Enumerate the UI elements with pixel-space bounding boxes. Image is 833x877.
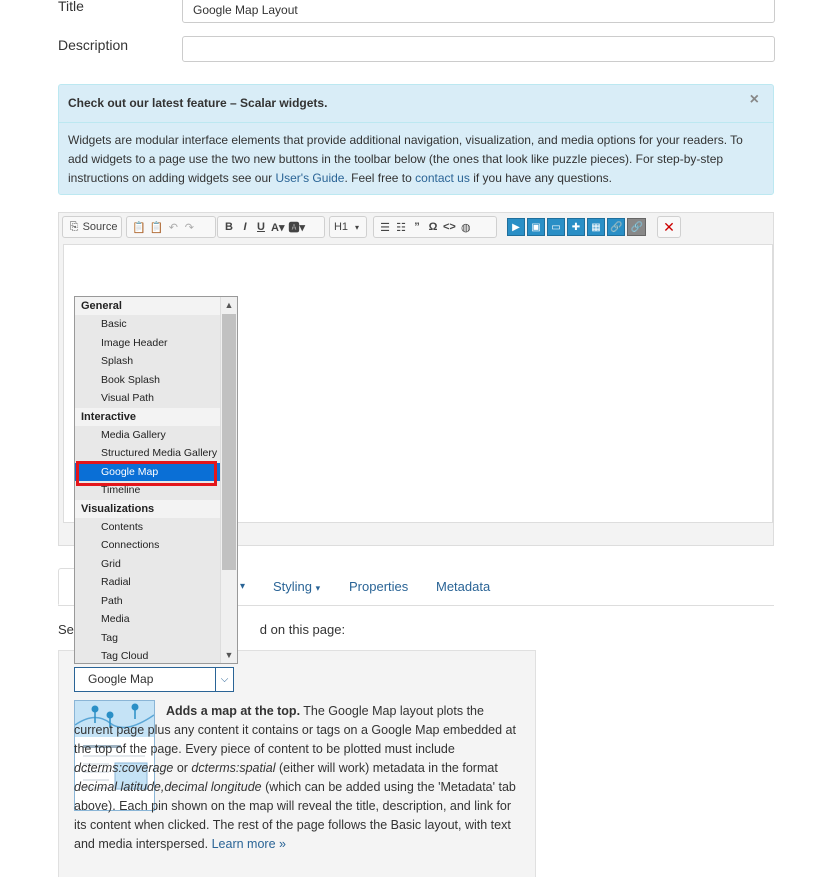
layout-description: Adds a map at the top. The Google Map la…	[74, 702, 522, 854]
widget-inline-icon[interactable]: ▦	[587, 218, 605, 236]
highlight-box	[76, 461, 217, 486]
close-icon[interactable]: ×	[750, 91, 759, 109]
dropdown-option[interactable]: Tag Cloud	[75, 647, 220, 663]
special-char-button[interactable]: Ω	[425, 218, 441, 236]
dropdown-option[interactable]: Contents	[75, 517, 220, 536]
media-inline-icon[interactable]: ▣	[527, 218, 545, 236]
contact-us-link[interactable]: contact us	[415, 171, 470, 185]
scrollbar-thumb[interactable]	[222, 314, 236, 570]
globe-icon[interactable]: ◍	[458, 218, 474, 236]
description-input[interactable]	[182, 36, 775, 62]
scroll-up-icon[interactable]: ▲	[221, 297, 237, 313]
paste-word-icon[interactable]: 📋	[148, 218, 166, 236]
learn-more-link[interactable]: Learn more »	[212, 837, 286, 851]
widgets-alert: Check out our latest feature – Scalar wi…	[58, 84, 774, 195]
underline-button[interactable]: U	[253, 218, 269, 236]
desc-coverage: dcterms:coverage	[74, 761, 174, 775]
dropdown-option[interactable]: Media	[75, 610, 220, 629]
layout-select[interactable]: Google Map ⌵	[74, 667, 234, 692]
redo-icon[interactable]: ↷	[181, 218, 197, 236]
desc-spatial: dcterms:spatial	[191, 761, 276, 775]
puzzle-icon[interactable]: ✚	[567, 218, 585, 236]
remove-format-button[interactable]: ✕	[661, 218, 677, 236]
bold-button[interactable]: B	[221, 218, 237, 236]
tab-dropdown-caret[interactable]: ▾	[240, 581, 245, 592]
editor-toolbar: ⎘ Source 📋 📋 ↶ ↷ B I U A▾ 🅰▾ H1 ▾ ☰ ☷ ” …	[59, 213, 773, 243]
tab-styling-label: Styling	[273, 579, 313, 594]
paste-text-icon[interactable]: 📋	[130, 218, 148, 236]
dropdown-option[interactable]: Radial	[75, 573, 220, 592]
dropdown-group-label: Visualizations	[75, 499, 220, 518]
dropdown-option[interactable]: Connections	[75, 536, 220, 555]
source-group: ⎘ Source	[62, 216, 122, 238]
dropdown-option[interactable]: Tag	[75, 628, 220, 647]
title-label: Title	[58, 0, 84, 14]
source-icon[interactable]: ⎘	[66, 218, 82, 236]
tab-properties[interactable]: Properties	[349, 579, 408, 594]
desc-heading: Adds a map at the top.	[166, 704, 301, 718]
tab-styling[interactable]: Styling ▾	[273, 579, 320, 594]
tab-metadata[interactable]: Metadata	[436, 579, 490, 594]
users-guide-link[interactable]: User's Guide	[275, 171, 344, 185]
remove-group: ✕	[657, 216, 681, 238]
chevron-down-icon[interactable]: ⌵	[215, 668, 233, 691]
desc-text-2: or	[173, 761, 192, 775]
dropdown-scrollbar[interactable]: ▲ ▼	[220, 297, 237, 663]
alert-text-3: if you have any questions.	[469, 171, 612, 185]
dropdown-option[interactable]: Image Header	[75, 333, 220, 352]
text-color-icon[interactable]: A▾	[269, 218, 286, 236]
chevron-down-icon[interactable]: ▾	[349, 218, 365, 236]
desc-format: decimal latitude,decimal longitude	[74, 780, 262, 794]
clipboard-group: 📋 📋 ↶ ↷	[126, 216, 216, 238]
numbered-list-icon[interactable]: ☰	[377, 218, 393, 236]
prompt-suffix: d on this page:	[259, 622, 346, 637]
dropdown-option[interactable]: Path	[75, 591, 220, 610]
dropdown-option[interactable]: Basic	[75, 315, 220, 334]
heading-select[interactable]: H1	[333, 218, 349, 236]
media-link-icon[interactable]: ▶	[507, 218, 525, 236]
title-input[interactable]: Google Map Layout	[182, 0, 775, 23]
alert-text-2: . Feel free to	[344, 171, 416, 185]
dropdown-option[interactable]: Visual Path	[75, 389, 220, 408]
dropdown-group-label: General	[75, 297, 220, 315]
undo-icon[interactable]: ↶	[165, 218, 181, 236]
dropdown-option[interactable]: Splash	[75, 352, 220, 371]
background-color-icon[interactable]: 🅰▾	[286, 218, 307, 236]
desc-text-3: (either will work) metadata in the forma…	[275, 761, 498, 775]
dropdown-group-label: Interactive	[75, 407, 220, 426]
alert-body: Widgets are modular interface elements t…	[68, 131, 765, 188]
dropdown-option[interactable]: Structured Media Gallery	[75, 444, 220, 463]
alert-heading: Check out our latest feature – Scalar wi…	[68, 96, 328, 110]
heading-group: H1 ▾	[329, 216, 367, 238]
description-label: Description	[58, 37, 129, 53]
alert-divider	[59, 122, 773, 123]
scalar-group: ▶ ▣ ▭ ✚ ▦ 🔗 🔗	[503, 216, 651, 238]
layout-select-value: Google Map	[88, 672, 154, 686]
format-group: B I U A▾ 🅰▾	[217, 216, 325, 238]
link-icon[interactable]: 🔗	[607, 218, 626, 236]
insert-group: ☰ ☷ ” Ω <> ◍	[373, 216, 497, 238]
bulleted-list-icon[interactable]: ☷	[393, 218, 409, 236]
italic-button[interactable]: I	[237, 218, 253, 236]
source-button[interactable]: Source	[82, 218, 118, 236]
dropdown-option[interactable]: Grid	[75, 554, 220, 573]
code-button[interactable]: <>	[441, 218, 458, 236]
dropdown-option[interactable]: Media Gallery	[75, 425, 220, 444]
widget-link-icon[interactable]: ▭	[547, 218, 565, 236]
scroll-down-icon[interactable]: ▼	[221, 647, 237, 663]
dropdown-option[interactable]: Book Splash	[75, 370, 220, 389]
blockquote-button[interactable]: ”	[409, 218, 425, 236]
unlink-icon[interactable]: 🔗	[627, 218, 646, 236]
